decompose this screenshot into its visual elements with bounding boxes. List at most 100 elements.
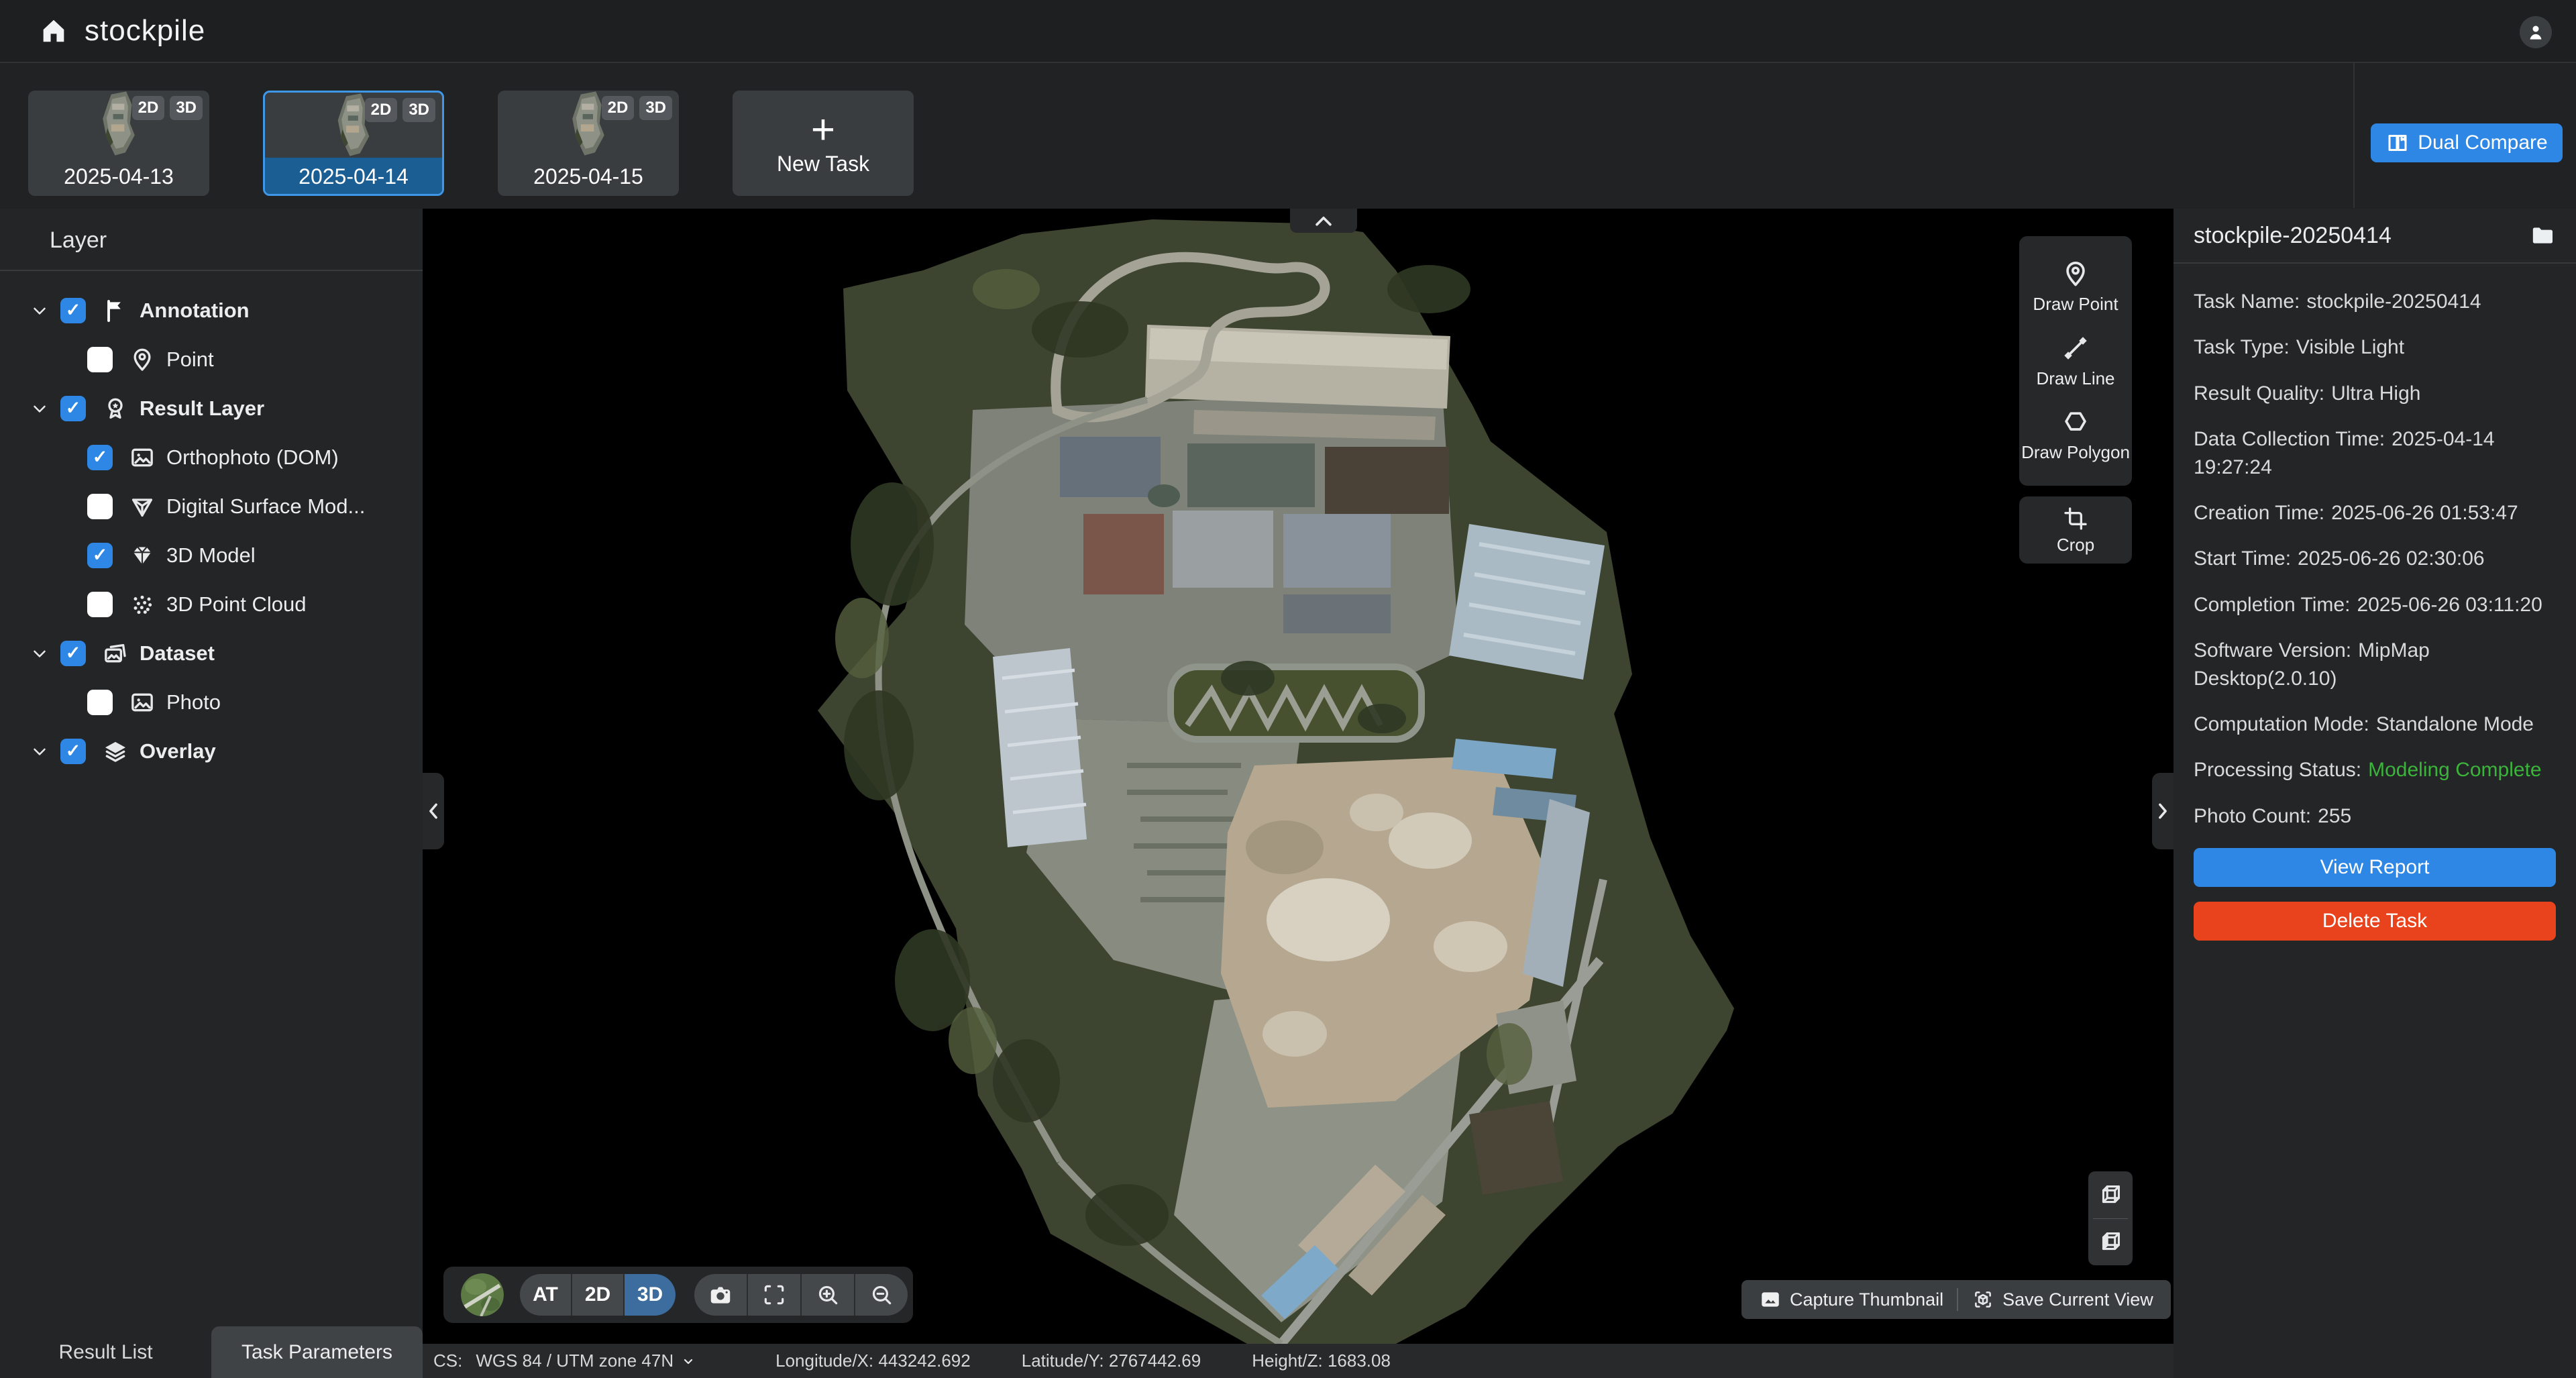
crop-button[interactable]: Crop xyxy=(2019,496,2132,564)
checkbox-photo[interactable] xyxy=(87,690,113,715)
dual-compare-button[interactable]: Dual Compare xyxy=(2371,123,2563,162)
cs-label: CS: xyxy=(433,1350,462,1371)
capture-thumbnail-button[interactable]: Capture Thumbnail xyxy=(1746,1288,1957,1311)
crop-label: Crop xyxy=(2057,535,2094,555)
layer-row-result-layer[interactable]: ✓ Result Layer xyxy=(0,384,423,433)
app-title: stockpile xyxy=(85,14,205,48)
new-task-button[interactable]: + New Task xyxy=(733,91,914,196)
user-icon xyxy=(2526,22,2546,42)
task-card-2025-04-15[interactable]: 2D 3D 2025-04-15 xyxy=(498,91,679,196)
checkbox-point-cloud[interactable] xyxy=(87,592,113,617)
layer-row-annotation[interactable]: ✓ Annotation xyxy=(0,286,423,335)
checkbox-3d-model[interactable]: ✓ xyxy=(87,543,113,568)
user-avatar-button[interactable] xyxy=(2520,16,2552,48)
dual-compare-icon xyxy=(2385,131,2410,155)
view-mode-3d[interactable]: 3D xyxy=(623,1274,676,1316)
field-task-name: Task Name:stockpile-20250414 xyxy=(2194,288,2556,315)
wireframe-cube-button[interactable] xyxy=(2095,1179,2126,1210)
checkbox-annotation[interactable]: ✓ xyxy=(60,298,86,323)
shaded-cube-button[interactable] xyxy=(2095,1226,2126,1257)
layer-row-overlay[interactable]: ✓ Overlay xyxy=(0,727,423,776)
capture-thumbnail-label: Capture Thumbnail xyxy=(1790,1289,1943,1310)
badge-2d[interactable]: 2D xyxy=(132,96,165,120)
fit-view-button[interactable] xyxy=(747,1274,800,1316)
draw-point-button[interactable]: Draw Point xyxy=(2033,259,2118,315)
view-mode-2d[interactable]: 2D xyxy=(571,1274,623,1316)
layer-row-dsm[interactable]: Digital Surface Mod... xyxy=(0,482,423,531)
layer-row-photo[interactable]: Photo xyxy=(0,678,423,727)
chevron-down-icon[interactable] xyxy=(30,741,50,761)
tab-result-list[interactable]: Result List xyxy=(0,1326,211,1378)
layer-label: Orthophoto (DOM) xyxy=(166,445,339,470)
draw-line-button[interactable]: Draw Line xyxy=(2036,333,2114,389)
field-result-quality: Result Quality:Ultra High xyxy=(2194,380,2556,407)
layer-panel: Layer ✓ Annotation Point ✓ xyxy=(0,209,423,1378)
checkbox-dataset[interactable]: ✓ xyxy=(60,641,86,666)
field-creation-time: Creation Time:2025-06-26 01:53:47 xyxy=(2194,499,2556,527)
badge-3d[interactable]: 3D xyxy=(402,98,435,122)
dsm-icon xyxy=(127,492,157,521)
task-date: 2025-04-14 xyxy=(265,158,442,196)
task-card-2025-04-14[interactable]: 2D 3D 2025-04-14 xyxy=(263,91,444,196)
collapse-right-tab[interactable] xyxy=(2152,773,2174,849)
checkbox-point[interactable] xyxy=(87,347,113,372)
layer-label: Overlay xyxy=(140,739,216,763)
layer-label: 3D Point Cloud xyxy=(166,592,307,617)
checkbox-result-layer[interactable]: ✓ xyxy=(60,396,86,421)
chevron-down-icon[interactable] xyxy=(30,399,50,419)
task-thumbnail: 2D 3D xyxy=(498,91,679,158)
save-current-view-button[interactable]: Save Current View xyxy=(1958,1288,2167,1311)
checkbox-dsm[interactable] xyxy=(87,494,113,519)
cs-selector[interactable]: WGS 84 / UTM zone 47N xyxy=(476,1350,674,1371)
latitude-readout: Latitude/Y: 2767442.69 xyxy=(1022,1350,1201,1371)
zoom-in-button[interactable] xyxy=(800,1274,854,1316)
delete-task-button[interactable]: Delete Task xyxy=(2194,902,2556,941)
layer-label: Point xyxy=(166,348,214,372)
orthophoto-3d-model xyxy=(423,209,2174,1344)
home-button[interactable] xyxy=(35,12,72,50)
draw-polygon-button[interactable]: Draw Polygon xyxy=(2021,407,2130,463)
layer-label: Dataset xyxy=(140,641,215,666)
folder-icon[interactable] xyxy=(2529,222,2556,249)
layer-label: Result Layer xyxy=(140,396,264,421)
view-mode-at[interactable]: AT xyxy=(520,1274,571,1316)
chevron-right-icon xyxy=(2155,800,2170,823)
screenshot-button[interactable] xyxy=(694,1274,747,1316)
capture-thumbnail-icon xyxy=(1759,1288,1782,1311)
minimap-thumbnail[interactable] xyxy=(461,1273,504,1316)
map-viewport[interactable]: Draw Point Draw Line Draw Polygon Crop xyxy=(423,209,2174,1344)
checkbox-orthophoto[interactable]: ✓ xyxy=(87,445,113,470)
field-start-time: Start Time:2025-06-26 02:30:06 xyxy=(2194,545,2556,572)
layers-icon xyxy=(101,737,130,766)
chevron-left-icon xyxy=(426,800,441,823)
tab-task-parameters[interactable]: Task Parameters xyxy=(211,1326,423,1378)
collapse-top-tab[interactable] xyxy=(1290,209,1357,233)
collapse-left-tab[interactable] xyxy=(423,773,444,849)
layer-label: Digital Surface Mod... xyxy=(166,494,365,519)
layer-row-3d-model[interactable]: ✓ 3D Model xyxy=(0,531,423,580)
badge-3d[interactable]: 3D xyxy=(639,96,672,120)
checkbox-overlay[interactable]: ✓ xyxy=(60,739,86,764)
status-badge: Modeling Complete xyxy=(2368,759,2541,781)
badge-2d[interactable]: 2D xyxy=(602,96,635,120)
layer-row-orthophoto[interactable]: ✓ Orthophoto (DOM) xyxy=(0,433,423,482)
badge-2d[interactable]: 2D xyxy=(365,98,398,122)
plus-icon: + xyxy=(811,110,835,150)
task-card-2025-04-13[interactable]: 2D 3D 2025-04-13 xyxy=(28,91,209,196)
layer-label: Annotation xyxy=(140,299,250,323)
dual-compare-label: Dual Compare xyxy=(2418,131,2547,154)
zoom-out-button[interactable] xyxy=(854,1274,908,1316)
chevron-down-icon[interactable] xyxy=(30,643,50,664)
save-view-icon xyxy=(1972,1288,1994,1311)
badge-group: 2D 3D xyxy=(132,96,203,120)
chevron-down-icon[interactable] xyxy=(680,1353,696,1369)
view-cube-panel xyxy=(2088,1171,2133,1265)
badge-3d[interactable]: 3D xyxy=(170,96,203,120)
layer-row-point-cloud[interactable]: 3D Point Cloud xyxy=(0,580,423,629)
capture-save-bar: Capture Thumbnail Save Current View xyxy=(1741,1280,2171,1319)
crop-icon xyxy=(2062,505,2089,532)
view-report-button[interactable]: View Report xyxy=(2194,848,2556,887)
layer-row-point[interactable]: Point xyxy=(0,335,423,384)
layer-row-dataset[interactable]: ✓ Dataset xyxy=(0,629,423,678)
chevron-down-icon[interactable] xyxy=(30,301,50,321)
